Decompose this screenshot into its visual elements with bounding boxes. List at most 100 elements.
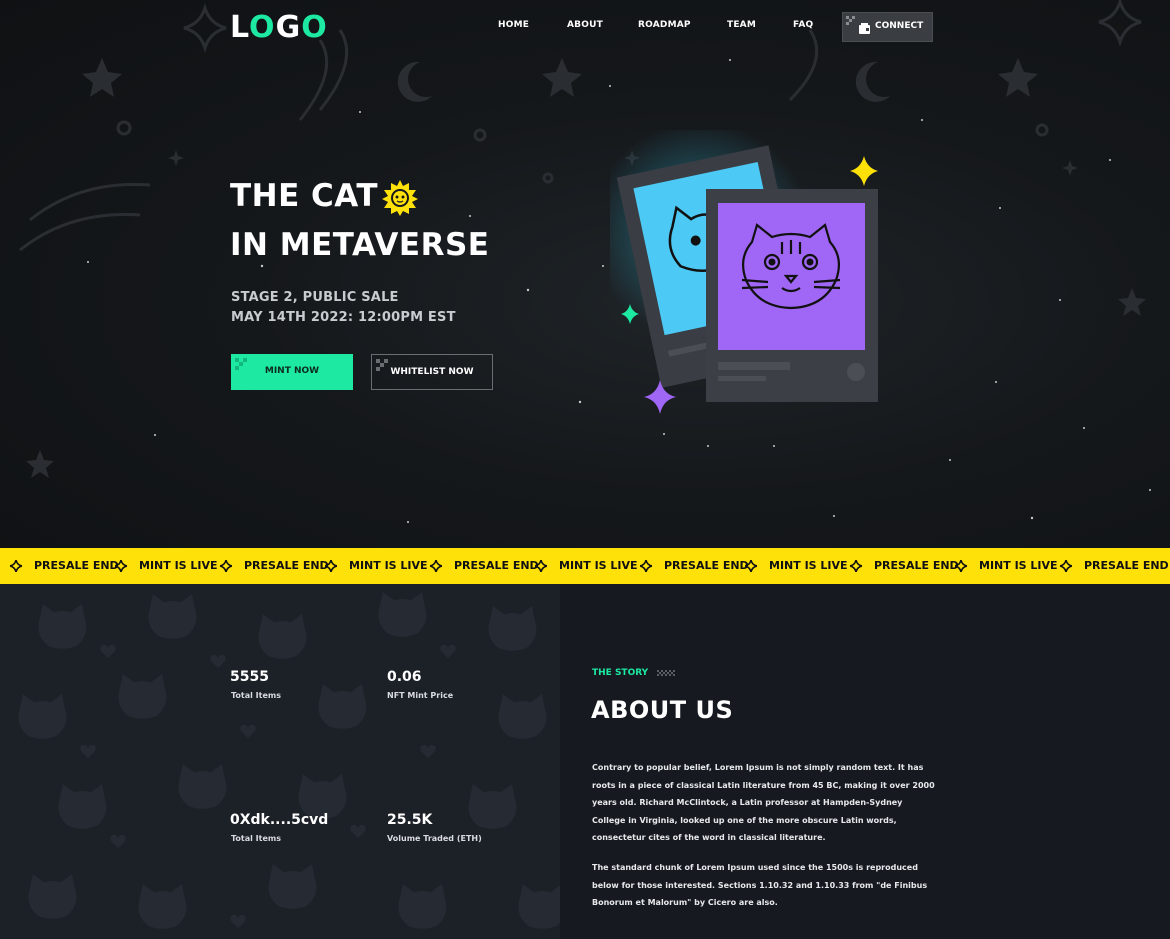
announcement-ticker: PRESALE END MINT IS LIVE PRESALE END MINT I…	[0, 548, 1170, 584]
star-outline-icon	[998, 58, 1038, 97]
stats-panel	[0, 584, 560, 939]
ticker-item: PRESALE END	[244, 559, 329, 572]
heart-icon	[100, 644, 116, 658]
about-section: 5555 Total Items 0.06 NFT Mint Price 0Xd…	[0, 584, 1170, 939]
wallet-icon	[859, 23, 870, 34]
pixel-corner-icon	[846, 16, 855, 25]
hero-title-line1: THE CAT	[230, 178, 379, 214]
hero-title-line2: IN METAVERSE	[230, 227, 490, 263]
cat-silhouette-icon	[28, 874, 77, 919]
cat-silhouette-icon	[18, 694, 67, 739]
ticker-star-icon	[115, 560, 127, 572]
logo-letter: O	[249, 10, 276, 45]
ticker-item: MINT IS LIVE	[769, 559, 848, 572]
ticker-star-icon	[325, 560, 337, 572]
cat-silhouette-icon	[318, 684, 367, 729]
whitelist-now-label: WHITELIST NOW	[390, 367, 474, 377]
text-line: The standard chunk of Lorem Ipsum used s…	[592, 863, 918, 872]
moon-icon	[855, 61, 890, 102]
about-paragraph-1: Contrary to popular belief, Lorem Ipsum …	[592, 759, 942, 847]
ticker-item: MINT IS LIVE	[559, 559, 638, 572]
cat-silhouette-icon	[378, 592, 427, 637]
sun-badge-icon	[382, 180, 418, 216]
hero-date: MAY 14TH 2022: 12:00PM EST	[231, 310, 456, 325]
logo-letter: L	[230, 10, 250, 45]
stat-value: 5555	[230, 669, 269, 685]
about-title: ABOUT US	[591, 696, 734, 724]
stat-label: Total Items	[231, 691, 281, 700]
ticker-item: MINT IS LIVE	[979, 559, 1058, 572]
nft-card-purple	[706, 189, 878, 402]
sparkle-outline-icon	[183, 2, 227, 54]
site-logo[interactable]: LOGO	[230, 10, 328, 45]
connect-label: CONNECT	[875, 21, 924, 31]
cat-silhouette-icon	[518, 884, 560, 929]
cat-silhouette-icon	[498, 694, 547, 739]
cat-pattern-background	[18, 592, 560, 929]
stat-label: Volume Traded (ETH)	[387, 834, 482, 843]
nav-roadmap[interactable]: ROADMAP	[638, 20, 691, 34]
text-line: College in Virginia, looked up one of th…	[592, 815, 897, 825]
cat-silhouette-icon	[268, 864, 317, 909]
about-paragraph-2: The standard chunk of Lorem Ipsum used s…	[592, 859, 942, 912]
ticker-item: MINT IS LIVE	[139, 559, 218, 572]
text-line: consectetur cites of the word in classic…	[592, 833, 826, 842]
ticker-star-icon	[1060, 560, 1072, 572]
starfield-background	[19, 0, 1151, 523]
heart-icon	[80, 744, 96, 758]
heart-icon	[110, 834, 126, 848]
ticker-star-icon	[850, 560, 862, 572]
heart-icon	[210, 654, 226, 668]
cat-silhouette-icon	[258, 614, 307, 659]
text-line: below for those interested. Sections 1.1…	[592, 880, 928, 890]
logo-letter: G	[275, 10, 302, 45]
hero-stage: STAGE 2, PUBLIC SALE	[231, 290, 399, 305]
nav-faq[interactable]: FAQ	[793, 20, 813, 34]
cat-silhouette-icon	[148, 594, 197, 639]
mint-now-button[interactable]: MINT NOW	[231, 354, 353, 390]
text-line: years old. Richard McClintock, a Latin p…	[592, 798, 903, 807]
star-outline-icon	[82, 58, 122, 97]
cat-silhouette-icon	[118, 674, 167, 719]
cat-silhouette-icon	[138, 884, 187, 929]
ticker-item: PRESALE END	[874, 559, 959, 572]
heart-icon	[230, 914, 246, 928]
whitelist-now-button[interactable]: WHITELIST NOW	[371, 354, 493, 390]
text-line: Bonorum et Malorum" by Cicero are also.	[592, 898, 778, 907]
nav-home[interactable]: HOME	[498, 20, 529, 34]
ticker-item: PRESALE END	[1084, 559, 1169, 572]
nav-about[interactable]: ABOUT	[567, 20, 603, 34]
nav-team[interactable]: TEAM	[727, 20, 756, 34]
ticker-star-icon	[640, 560, 652, 572]
hero-section: LOGO HOME ABOUT ROADMAP TEAM FAQ CONNECT…	[0, 0, 1170, 548]
heart-icon	[440, 644, 456, 658]
stat-label: NFT Mint Price	[387, 691, 454, 700]
cat-silhouette-icon	[468, 784, 517, 829]
mint-now-label: MINT NOW	[264, 366, 320, 376]
ticker-item: MINT IS LIVE	[349, 559, 428, 572]
heart-icon	[240, 724, 256, 738]
cat-silhouette-icon	[398, 884, 447, 929]
star-outline-icon	[1118, 288, 1146, 316]
ticker-star-icon	[535, 560, 547, 572]
ticker-item: PRESALE END	[454, 559, 539, 572]
stat-value: 0.06	[387, 669, 422, 685]
connect-button[interactable]: CONNECT	[842, 12, 933, 42]
text-line: Contrary to popular belief, Lorem Ipsum …	[592, 763, 924, 772]
cat-silhouette-icon	[38, 604, 87, 649]
checker-dots-icon	[657, 670, 675, 676]
ticker-star-icon	[10, 560, 22, 572]
star-outline-icon	[26, 450, 54, 478]
ticker-item: PRESALE END	[34, 559, 119, 572]
cat-silhouette-icon	[58, 784, 107, 829]
text-line: roots in a piece of classical Latin lite…	[592, 780, 935, 790]
stat-label: Total Items	[231, 834, 281, 843]
cat-silhouette-icon	[178, 764, 227, 809]
sparkle-outline-icon	[1098, 0, 1142, 48]
cat-silhouette-icon	[488, 606, 537, 651]
ticker-star-icon	[745, 560, 757, 572]
stat-value: 0Xdk....5cvd	[230, 812, 329, 828]
star-outline-icon	[542, 58, 582, 97]
section-kicker: THE STORY	[592, 668, 649, 678]
ticker-item: PRESALE END	[664, 559, 749, 572]
